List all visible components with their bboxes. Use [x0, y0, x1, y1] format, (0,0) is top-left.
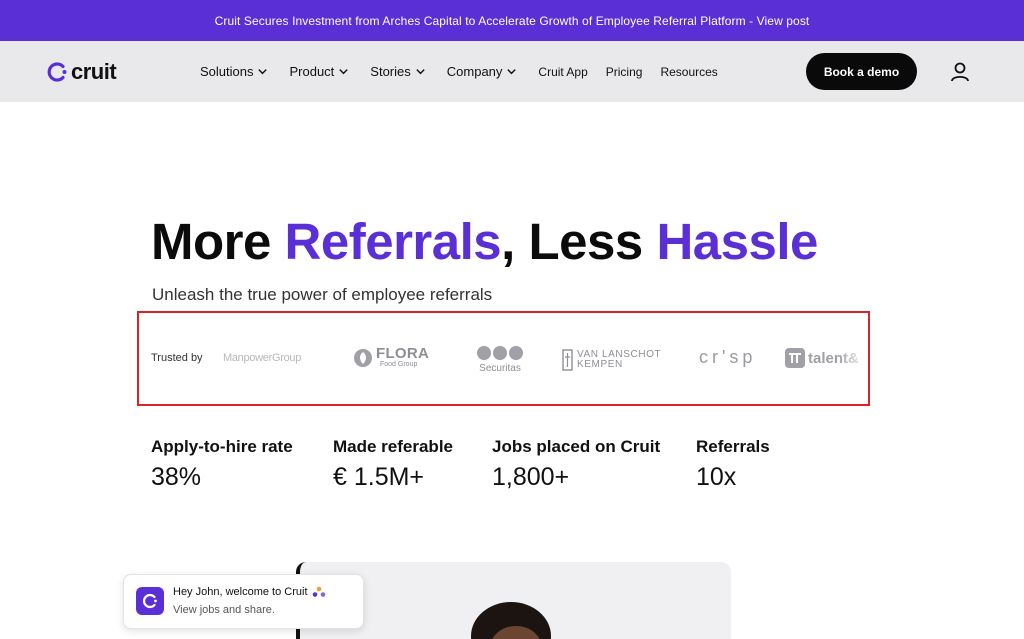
stat-value: 38%: [151, 463, 202, 491]
hero-title-part2: , Less: [501, 213, 657, 270]
securitas-name: Securitas: [479, 363, 521, 374]
stat-label: Made referable: [333, 437, 453, 456]
flora-subname: Food Group: [380, 361, 418, 368]
welcome-toast[interactable]: Hey John, welcome to Cruit View jobs and…: [123, 574, 364, 629]
hero-title-accent-referrals: Referrals: [284, 213, 502, 270]
toast-title-text: Hey John, welcome to Cruit: [173, 586, 308, 598]
stat-value: € 1.5M+: [333, 463, 425, 491]
crisp-logo: cr'sp: [699, 347, 757, 367]
hero-title-part1: More: [151, 213, 285, 270]
securitas-dots-icon: [477, 346, 523, 360]
cruit-logo-icon: [47, 62, 67, 82]
securitas-logo: Securitas: [477, 346, 523, 374]
toast-title: Hey John, welcome to Cruit: [173, 586, 326, 598]
announcement-text[interactable]: Cruit Secures Investment from Arches Cap…: [215, 14, 810, 28]
chevron-down-icon: [339, 69, 348, 75]
user-icon[interactable]: [949, 61, 971, 83]
stat-value: 1,800+: [492, 463, 570, 491]
nav-cruit-app-label: Cruit App: [538, 64, 588, 79]
emblem-icon: [562, 349, 573, 371]
people-emoji-icon: [312, 586, 325, 597]
hero-subtitle: Unleash the true power of employee refer…: [152, 285, 493, 304]
nav-resources[interactable]: Resources: [660, 65, 717, 79]
main-nav: Solutions Product Stories Company Cruit …: [200, 41, 736, 102]
nav-resources-label: Resources: [660, 64, 718, 79]
nav-solutions[interactable]: Solutions: [200, 64, 268, 79]
stat-jobs-placed: Jobs placed on Cruit 1,800+: [492, 437, 660, 492]
nav-product[interactable]: Product: [289, 64, 349, 79]
logo-strip-fade: [838, 313, 868, 404]
hero-title-accent-hassle: Hassle: [656, 213, 818, 270]
stat-label: Referrals: [696, 437, 770, 456]
navbar: cruit Solutions Product Stories Company …: [0, 41, 1024, 102]
vanl-line2: KEMPEN: [577, 359, 623, 370]
announcement-bar[interactable]: Cruit Secures Investment from Arches Cap…: [0, 0, 1024, 41]
stat-referrals: Referrals 10x: [696, 437, 770, 492]
van-lanschot-kempen-logo: VAN LANSCHOT KEMPEN: [562, 349, 661, 371]
stat-label: Apply-to-hire rate: [151, 437, 293, 456]
flora-food-group-logo: FLORA Food Group: [353, 345, 430, 369]
chevron-down-icon: [416, 69, 425, 75]
nav-cruit-app[interactable]: Cruit App: [538, 65, 587, 79]
nav-pricing[interactable]: Pricing: [606, 65, 643, 79]
nav-product-label: Product: [289, 64, 335, 79]
flora-name: FLORA: [376, 345, 430, 362]
nav-company[interactable]: Company: [447, 64, 518, 79]
brand-name: cruit: [71, 59, 117, 84]
manpowergroup-logo: ManpowerGroup: [223, 352, 302, 364]
nav-stories[interactable]: Stories: [370, 64, 425, 79]
stat-apply-to-hire: Apply-to-hire rate 38%: [151, 437, 293, 492]
talent-mark-icon: [785, 348, 805, 368]
brand-logo[interactable]: cruit: [46, 59, 117, 85]
chevron-down-icon: [507, 69, 517, 75]
stat-made-referable: Made referable € 1.5M+: [333, 437, 453, 492]
stat-value: 10x: [696, 463, 737, 491]
book-demo-button[interactable]: Book a demo: [806, 53, 917, 90]
trusted-by-strip: Trusted by ManpowerGroup FLORA Food Grou…: [137, 311, 870, 406]
cruit-app-icon: [136, 587, 164, 615]
trusted-by-label: Trusted by: [151, 352, 203, 364]
nav-stories-label: Stories: [370, 64, 411, 79]
nav-solutions-label: Solutions: [200, 64, 254, 79]
nav-pricing-label: Pricing: [605, 64, 643, 79]
nav-company-label: Company: [446, 64, 503, 79]
toast-text: View jobs and share.: [173, 604, 275, 616]
chevron-down-icon: [258, 69, 268, 75]
leaf-icon: [354, 349, 372, 367]
person-photo-icon: [471, 602, 551, 639]
stat-label: Jobs placed on Cruit: [492, 437, 661, 456]
hero-title: More Referrals, Less Hassle: [151, 212, 818, 272]
